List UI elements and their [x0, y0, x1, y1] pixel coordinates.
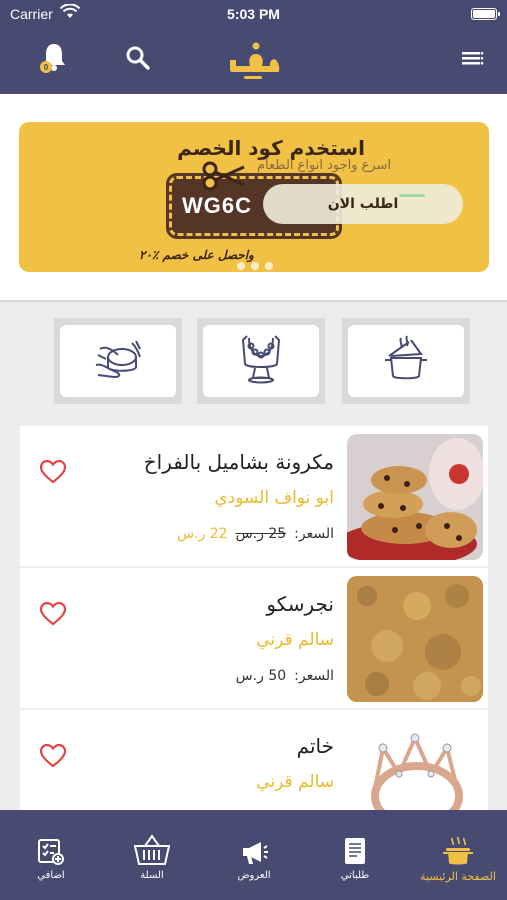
promo-section: استخدم كود الخصم WG6C واحصل على خصم ٪٢٠ …	[0, 94, 507, 302]
seller-name[interactable]: سالم قرني	[256, 772, 334, 792]
orders-icon	[343, 832, 367, 866]
tab-label: السلة	[140, 870, 164, 881]
product-name: مكرونة بشاميل بالفراخ	[143, 450, 334, 474]
product-name: خاتم	[296, 734, 334, 758]
home-pot-icon	[442, 832, 474, 866]
tab-offers[interactable]: العروض	[209, 832, 299, 892]
seller-name[interactable]: سالم قرني	[256, 630, 334, 650]
tab-label: طلباتي	[340, 870, 370, 881]
list-item[interactable]: نجرسكو سالم قرني السعر: 50 ر.س	[20, 568, 488, 708]
scissors-icon	[202, 161, 246, 195]
seller-name[interactable]: ابو نواف السودي	[214, 488, 334, 508]
clock: 5:03 PM	[227, 6, 280, 22]
tab-home[interactable]: الصفحة الرئيسية	[413, 832, 503, 892]
favorite-heart-icon[interactable]	[39, 743, 67, 772]
tab-label: العروض	[237, 870, 271, 881]
necklace-icon	[237, 334, 285, 388]
price-row: السعر: 50 ر.س	[236, 668, 334, 684]
product-image-pastry	[347, 576, 483, 702]
carousel-dot[interactable]	[251, 262, 259, 270]
megaphone-icon	[239, 832, 269, 866]
tab-extra[interactable]: اضافي	[6, 832, 96, 892]
svg-text:0: 0	[44, 63, 49, 72]
order-now-label: اطلب الان	[327, 196, 399, 212]
tab-label: اضافي	[37, 870, 65, 881]
search-icon[interactable]	[120, 40, 156, 76]
banner-headline: استخدم كود الخصم	[177, 136, 365, 160]
carousel-dot[interactable]	[237, 262, 245, 270]
favorite-heart-icon[interactable]	[39, 459, 67, 488]
product-image-cookies	[347, 434, 483, 560]
button-accent	[399, 194, 425, 197]
bottom-tab-bar: اضافي السلة العروض طلباتي الصفحة الرئيسي…	[0, 810, 507, 900]
tab-label: الصفحة الرئيسية	[420, 870, 496, 883]
new-price: 22 ر.س	[176, 526, 228, 542]
status-bar: Carrier 5:03 PM	[0, 3, 507, 26]
jewelry-category[interactable]	[197, 318, 325, 404]
price-row: السعر: 25 ر.س 22 ر.س	[177, 526, 334, 542]
price-label: السعر:	[294, 668, 334, 684]
hands-icon	[92, 335, 144, 387]
price-label: السعر:	[294, 526, 334, 542]
pot-icon	[381, 334, 431, 388]
category-row	[0, 318, 507, 404]
product-name: نجرسكو	[266, 592, 334, 616]
overlay-caption: اسرع واجود انواع الطعام	[257, 158, 392, 173]
battery-icon	[471, 8, 500, 20]
order-now-button[interactable]: اطلب الان	[263, 184, 463, 224]
menu-icon[interactable]	[455, 40, 491, 76]
banner-subtitle: واحصل على خصم ٪٢٠	[139, 248, 254, 262]
cooking-pot-category[interactable]	[342, 318, 470, 404]
old-price: 25 ر.س	[235, 526, 287, 542]
carousel-dots[interactable]	[237, 262, 273, 270]
list-item[interactable]: مكرونة بشاميل بالفراخ ابو نواف السودي ال…	[20, 426, 488, 566]
bell-icon[interactable]: 0	[36, 40, 72, 76]
checklist-icon	[37, 832, 65, 866]
basket-icon	[133, 832, 171, 866]
promo-banner[interactable]: استخدم كود الخصم WG6C واحصل على خصم ٪٢٠ …	[19, 122, 489, 272]
handmade-category[interactable]	[54, 318, 182, 404]
app-logo	[228, 38, 282, 82]
coupon-code: WG6C	[182, 193, 252, 218]
carousel-dot[interactable]	[265, 262, 273, 270]
tab-my-orders[interactable]: طلباتي	[310, 832, 400, 892]
app-header: Carrier 5:03 PM 0	[0, 0, 507, 94]
tab-basket[interactable]: السلة	[107, 832, 197, 892]
favorite-heart-icon[interactable]	[39, 601, 67, 630]
price-value: 50 ر.س	[235, 668, 287, 684]
